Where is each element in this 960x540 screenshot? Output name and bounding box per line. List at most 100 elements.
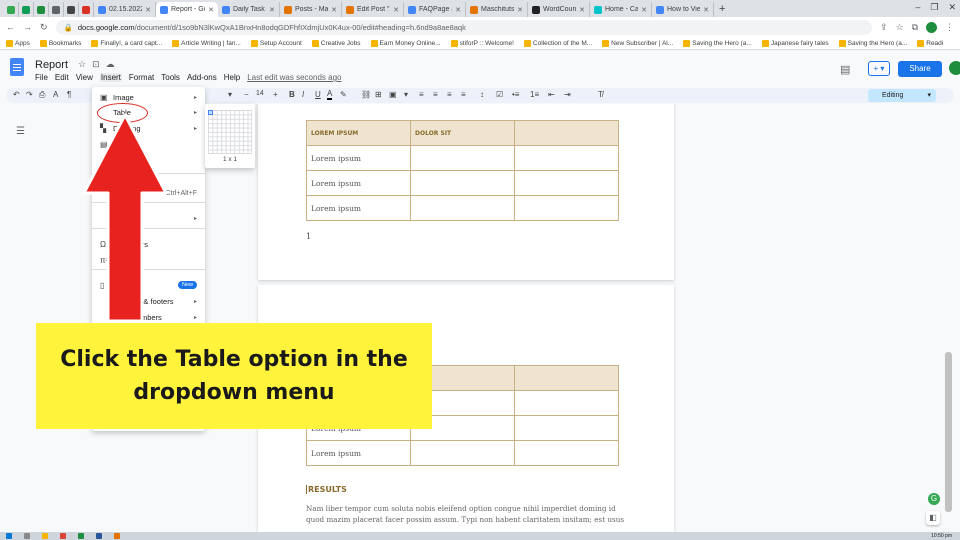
tab-close-icon[interactable]: ✕: [517, 6, 523, 14]
reload-icon[interactable]: ↻: [40, 22, 48, 33]
font-chevron-icon[interactable]: ▾: [228, 90, 232, 99]
browser-tab[interactable]: Maschituts —✕: [466, 2, 528, 17]
comment-history-icon[interactable]: ▤: [840, 63, 850, 76]
table-cell[interactable]: [410, 145, 515, 171]
font-size-decrease[interactable]: −: [244, 90, 249, 99]
table-cell[interactable]: [410, 170, 515, 196]
decrease-indent-icon[interactable]: ⇤: [548, 90, 555, 99]
table-size-picker[interactable]: 1 x 1: [205, 104, 255, 168]
numbered-list-icon[interactable]: 1≡: [530, 90, 539, 99]
browser-tab[interactable]: How to View✕: [652, 2, 714, 17]
back-icon[interactable]: ←: [6, 22, 15, 32]
menu-file[interactable]: File: [35, 73, 48, 82]
font-size-value[interactable]: 14: [256, 90, 264, 97]
menu-add-ons[interactable]: Add-ons: [187, 73, 217, 82]
share-button[interactable]: Share: [898, 61, 942, 77]
tab-close-icon[interactable]: ✕: [269, 6, 275, 14]
close-window-icon[interactable]: ✕: [948, 2, 956, 13]
text-color-icon[interactable]: A: [327, 90, 333, 100]
browser-tab[interactable]: [64, 2, 79, 17]
line-spacing-icon[interactable]: ↕: [480, 90, 484, 99]
table-cell[interactable]: Lorem ipsum: [306, 145, 411, 171]
bookmark-item[interactable]: Readi: [917, 39, 943, 47]
table-cell[interactable]: Lorem ipsum: [306, 170, 411, 196]
browser-tab[interactable]: Edit Post "2 E✕: [342, 2, 404, 17]
minimize-icon[interactable]: –: [915, 2, 920, 13]
tab-close-icon[interactable]: ✕: [455, 6, 461, 14]
browser-tab[interactable]: Report - Goog✕: [156, 2, 218, 17]
print-icon[interactable]: ⎙: [39, 90, 45, 100]
start-icon[interactable]: [6, 533, 12, 539]
table-cell[interactable]: Lorem ipsum: [306, 440, 411, 466]
bullet-list-icon[interactable]: •≡: [512, 90, 519, 99]
share-page-icon[interactable]: ⇪: [880, 22, 888, 33]
bookmark-item[interactable]: New Subscriber | Al...: [602, 39, 673, 47]
bookmark-item[interactable]: stiforP :: Welcome!: [450, 39, 514, 47]
extensions-icon[interactable]: ⧉: [912, 22, 918, 33]
browser-tab[interactable]: Posts - Masch✕: [280, 2, 342, 17]
bookmark-item[interactable]: Creative Jobs: [311, 39, 361, 47]
restore-icon[interactable]: ❐: [930, 2, 938, 13]
table-cell[interactable]: Lorem ipsum: [306, 195, 411, 221]
table-cell[interactable]: [514, 145, 619, 171]
app2-icon[interactable]: [114, 533, 120, 539]
new-tab-icon[interactable]: +: [714, 2, 730, 17]
browser-tab[interactable]: [4, 2, 19, 17]
table-cell[interactable]: [514, 440, 619, 466]
menu-view[interactable]: View: [76, 73, 93, 82]
grammarly-icon[interactable]: G: [928, 493, 940, 505]
editing-mode-select[interactable]: Editing ▾: [868, 89, 936, 102]
align-left-icon[interactable]: ≡: [419, 90, 424, 99]
app-icon[interactable]: [78, 533, 84, 539]
link-icon[interactable]: ⛓: [361, 90, 371, 99]
tab-close-icon[interactable]: ✕: [331, 6, 337, 14]
tab-close-icon[interactable]: ✕: [641, 6, 647, 14]
highlight-icon[interactable]: ✎: [340, 90, 347, 99]
forward-icon[interactable]: →: [23, 22, 32, 32]
browser-tab[interactable]: [19, 2, 34, 17]
align-right-icon[interactable]: ≡: [447, 90, 452, 99]
avatar[interactable]: [948, 60, 960, 76]
document-title[interactable]: Report: [35, 59, 68, 71]
profile-icon[interactable]: [926, 21, 937, 33]
paint-format-icon[interactable]: ¶: [67, 90, 71, 99]
table-cell[interactable]: [410, 195, 515, 221]
table-header-cell[interactable]: [514, 365, 619, 391]
browser-tab[interactable]: Daily Task Sur✕: [218, 2, 280, 17]
table-grid[interactable]: [208, 110, 252, 154]
image-chevron-icon[interactable]: ▾: [404, 90, 408, 99]
undo-icon[interactable]: ↶: [13, 90, 20, 99]
bookmark-item[interactable]: Bookmarks: [39, 39, 81, 47]
bookmark-item[interactable]: Earn Money Online...: [370, 39, 441, 47]
clear-formatting-icon[interactable]: T̸: [598, 90, 603, 99]
word-icon[interactable]: [96, 533, 102, 539]
menu-insert[interactable]: Insert: [99, 73, 122, 82]
justify-icon[interactable]: ≡: [461, 90, 466, 99]
document-outline-icon[interactable]: ☰: [16, 126, 25, 137]
table-1[interactable]: LOREM IPSUM DOLOR SIT Lorem ipsum Lorem ips…: [306, 120, 619, 221]
insert-image-icon[interactable]: ▣: [389, 90, 397, 99]
file-explorer-icon[interactable]: [42, 533, 48, 539]
bookmark-item[interactable]: Article Writing | fan...: [172, 39, 241, 47]
tab-close-icon[interactable]: ✕: [393, 6, 399, 14]
browser-tab[interactable]: [34, 2, 49, 17]
table-cell[interactable]: [514, 195, 619, 221]
browser-tab[interactable]: [79, 2, 94, 17]
menu-tools[interactable]: Tools: [161, 73, 180, 82]
underline-icon[interactable]: U: [315, 90, 321, 99]
table-cell[interactable]: [514, 390, 619, 416]
table-cell[interactable]: [514, 170, 619, 196]
last-edit-link[interactable]: Last edit was seconds ago: [247, 73, 341, 82]
align-center-icon[interactable]: ≡: [433, 90, 438, 99]
browser-tab[interactable]: WordCounter✕: [528, 2, 590, 17]
bookmark-item[interactable]: Apps: [6, 39, 30, 47]
bookmark-item[interactable]: Finally!, a card capt...: [91, 39, 162, 47]
insert-comment-icon[interactable]: ⊞: [375, 90, 382, 99]
table-cell[interactable]: [410, 440, 515, 466]
browser-menu-icon[interactable]: ⋮: [945, 22, 954, 33]
bookmark-item[interactable]: Setup Account: [250, 39, 302, 47]
bookmark-item[interactable]: Japanese fairy tales: [761, 39, 829, 47]
bookmark-item[interactable]: Saving the Hero (a...: [683, 39, 752, 47]
star-icon[interactable]: ☆: [78, 59, 86, 70]
spellcheck-icon[interactable]: A: [53, 90, 58, 99]
